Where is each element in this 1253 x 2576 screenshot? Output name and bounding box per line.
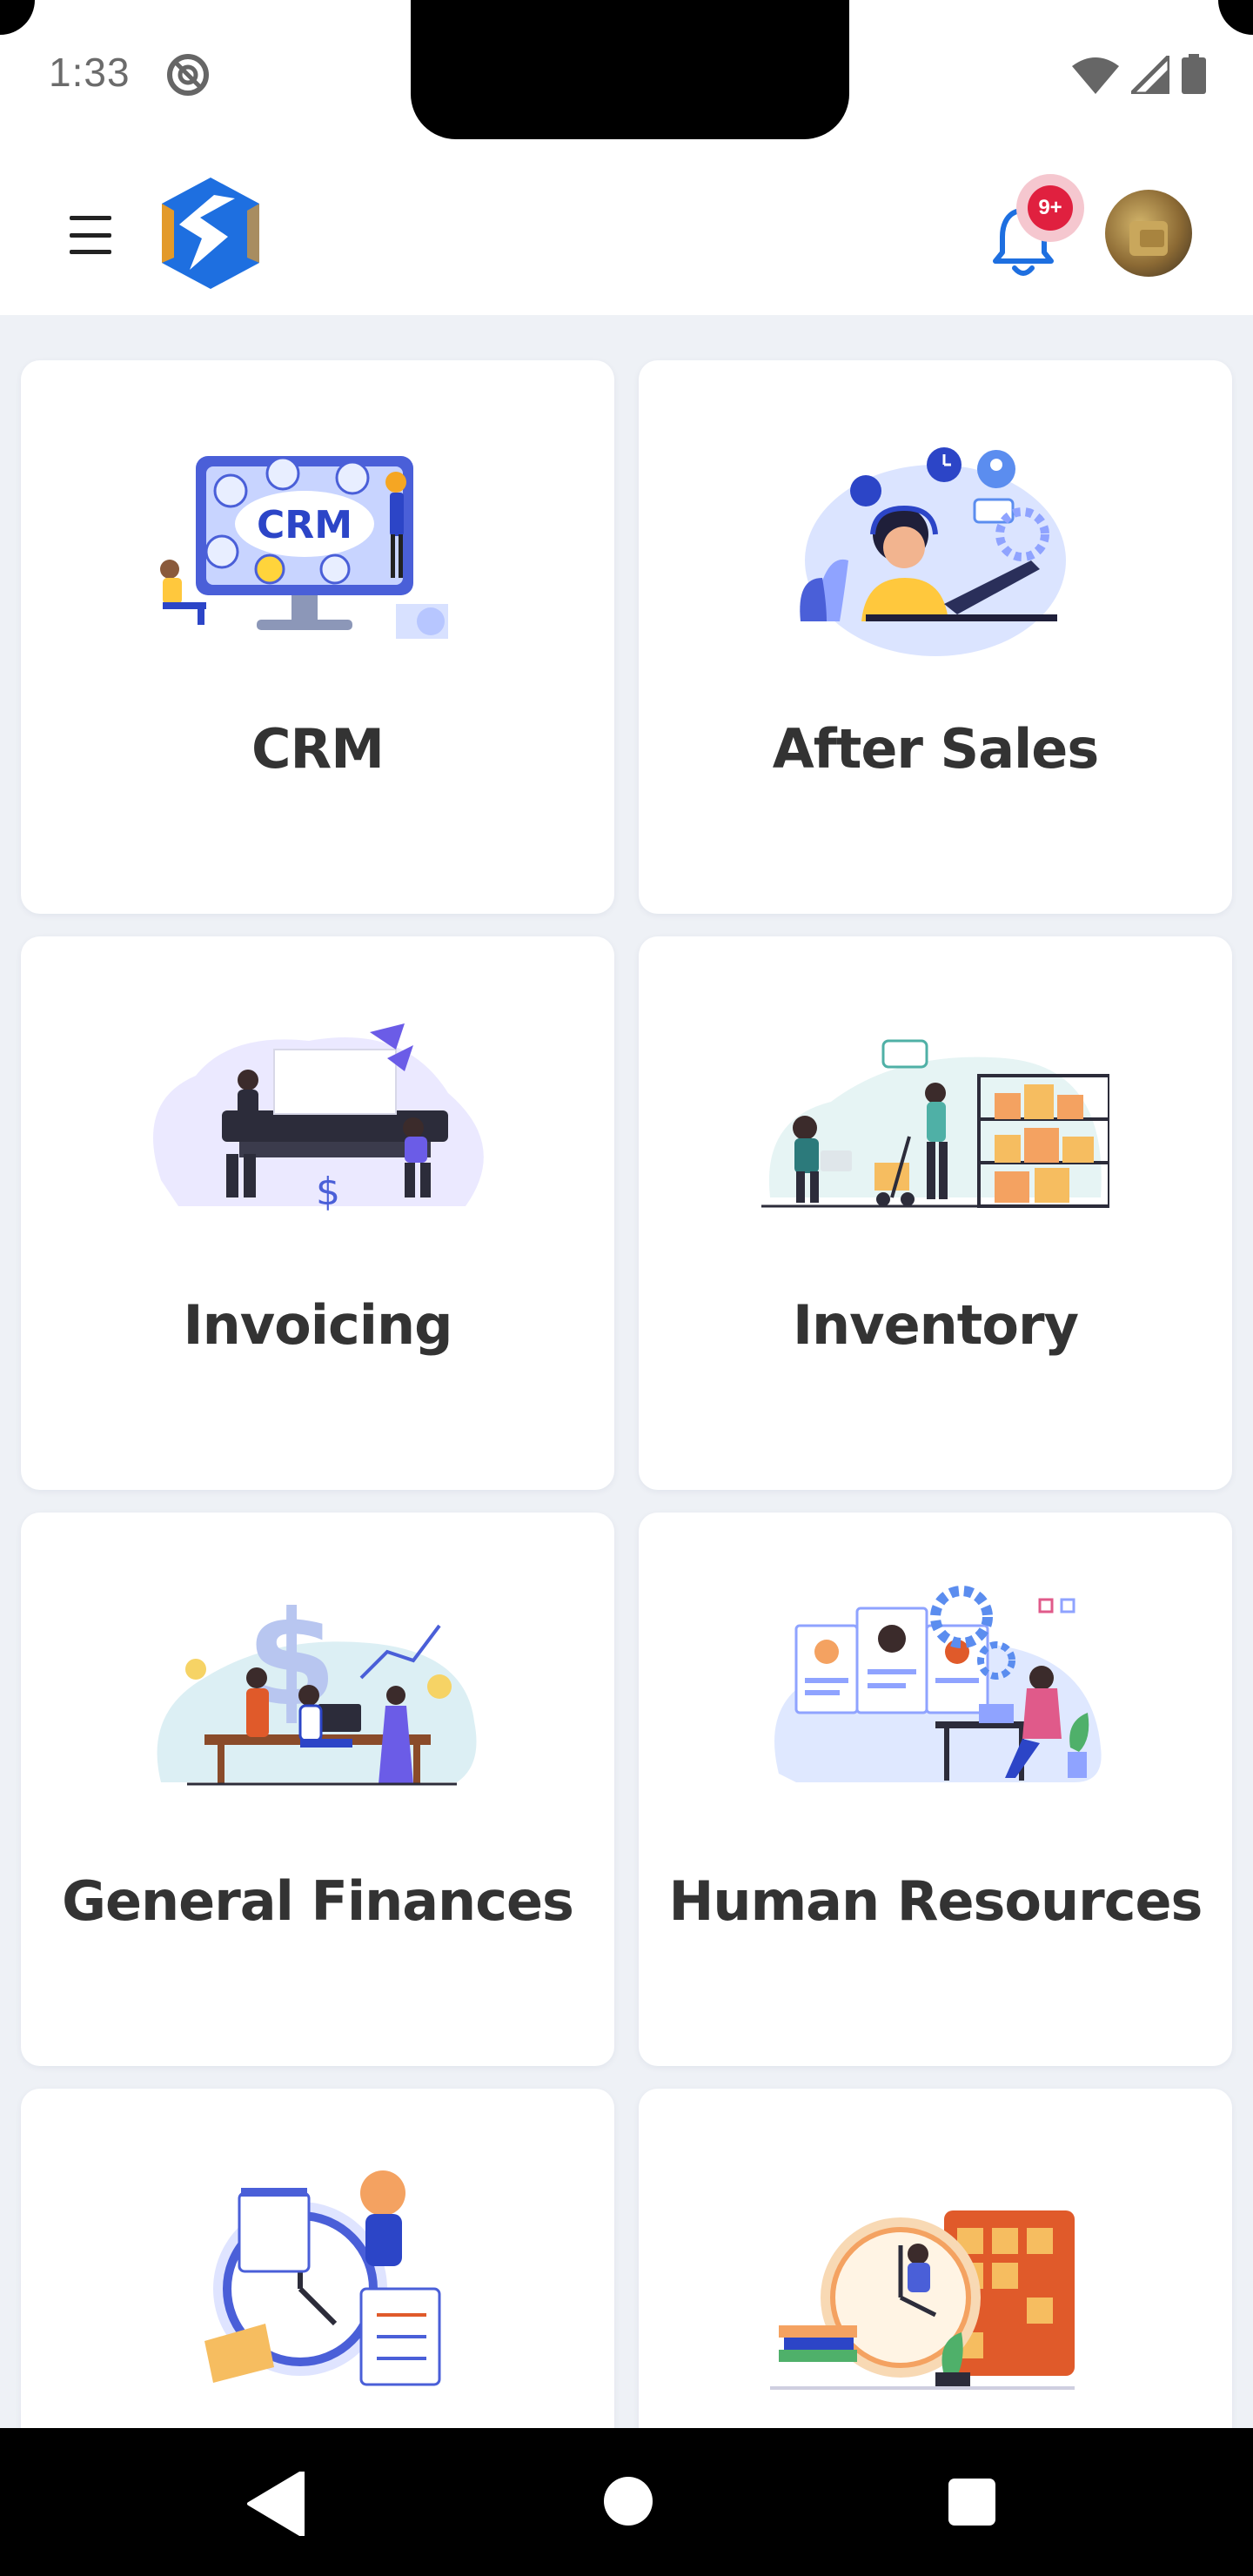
inventory-illustration <box>761 1039 1109 1208</box>
module-label: Inventory <box>792 1293 1079 1357</box>
user-avatar[interactable] <box>1105 190 1192 277</box>
home-icon[interactable] <box>604 2477 653 2526</box>
module-card-invoicing[interactable]: $ Invoicing <box>21 936 614 1490</box>
screen-corner <box>0 0 35 35</box>
module-card-human-resources[interactable]: Human Resources <box>639 1513 1232 2066</box>
screen-corner <box>1218 0 1253 35</box>
avatar-image <box>1129 221 1168 256</box>
recents-icon[interactable] <box>948 2479 995 2526</box>
time-tracking-illustration <box>204 2170 441 2386</box>
status-icons <box>1072 54 1206 94</box>
module-card-inventory[interactable]: Inventory <box>639 936 1232 1490</box>
module-grid: CRM CRM After Sales $ Invoicing Inventor… <box>0 315 1253 2428</box>
camera-notch <box>411 0 849 139</box>
status-time: 1:33 <box>49 50 131 95</box>
human-resources-illustration <box>774 1586 1102 1782</box>
after-sales-illustration <box>800 447 1066 656</box>
planning-illustration <box>770 2210 1075 2390</box>
app-header: 9+ <box>0 148 1253 315</box>
battery-icon <box>1182 54 1206 94</box>
invoicing-illustration-text: $ <box>316 1170 340 1214</box>
back-icon[interactable] <box>245 2472 306 2536</box>
module-card-planning[interactable] <box>639 2089 1232 2428</box>
module-card-crm[interactable]: CRM CRM <box>21 360 614 914</box>
crm-illustration: CRM <box>160 456 448 639</box>
status-bar: 1:33 <box>0 0 1253 148</box>
module-card-time-tracking[interactable] <box>21 2089 614 2428</box>
hamburger-menu-icon[interactable] <box>61 209 120 261</box>
module-label: After Sales <box>772 717 1100 781</box>
do-not-disturb-icon <box>167 54 209 96</box>
module-card-after-sales[interactable]: After Sales <box>639 360 1232 914</box>
module-label: Human Resources <box>668 1869 1203 1933</box>
module-label: Invoicing <box>183 1293 453 1357</box>
notification-count: 9+ <box>1028 185 1073 231</box>
invoicing-illustration: $ <box>153 1023 484 1214</box>
app-logo[interactable] <box>157 174 265 292</box>
module-label: CRM <box>251 717 385 781</box>
module-card-general-finances[interactable]: $ General Finances <box>21 1513 614 2066</box>
wifi-icon <box>1072 57 1119 94</box>
module-label: General Finances <box>62 1869 574 1933</box>
notification-badge: 9+ <box>1016 174 1084 242</box>
general-finances-illustration: $ <box>157 1584 477 1786</box>
cellular-signal-icon <box>1131 56 1169 94</box>
system-navigation-bar <box>0 2428 1253 2576</box>
crm-illustration-text: CRM <box>257 503 352 547</box>
